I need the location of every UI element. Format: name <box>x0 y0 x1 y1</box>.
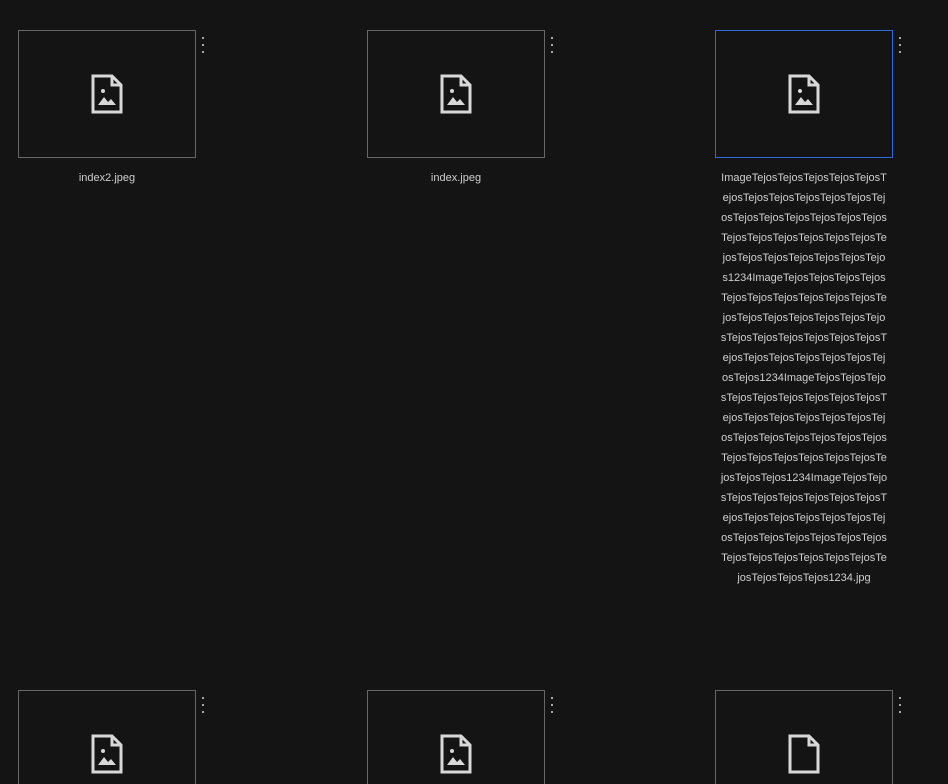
image-file-icon <box>440 734 472 774</box>
file-thumbnail[interactable] <box>18 30 196 158</box>
more-options-icon[interactable] <box>547 37 557 53</box>
more-options-icon[interactable] <box>547 697 557 713</box>
more-options-icon[interactable] <box>895 37 905 53</box>
more-options-icon[interactable] <box>198 37 208 53</box>
image-file-icon <box>91 734 123 774</box>
image-file-icon <box>788 74 820 114</box>
more-options-icon[interactable] <box>198 697 208 713</box>
file-name[interactable]: index2.jpeg <box>18 168 196 188</box>
file-thumbnail[interactable] <box>715 30 893 158</box>
more-options-icon[interactable] <box>895 697 905 713</box>
file-name[interactable]: index.jpeg <box>367 168 545 188</box>
file-name[interactable]: ImageTejosTejosTejosTejosTejosTejosTejos… <box>720 168 888 588</box>
image-file-icon <box>91 74 123 114</box>
file-thumbnail[interactable] <box>18 690 196 784</box>
image-file-icon <box>440 74 472 114</box>
file-thumbnail[interactable] <box>715 690 893 784</box>
file-thumbnail[interactable] <box>367 30 545 158</box>
file-thumbnail[interactable] <box>367 690 545 784</box>
generic-file-icon <box>788 734 820 774</box>
file-grid: index2.jpeg index.jpeg ImageTejosTejosTe… <box>0 0 948 784</box>
